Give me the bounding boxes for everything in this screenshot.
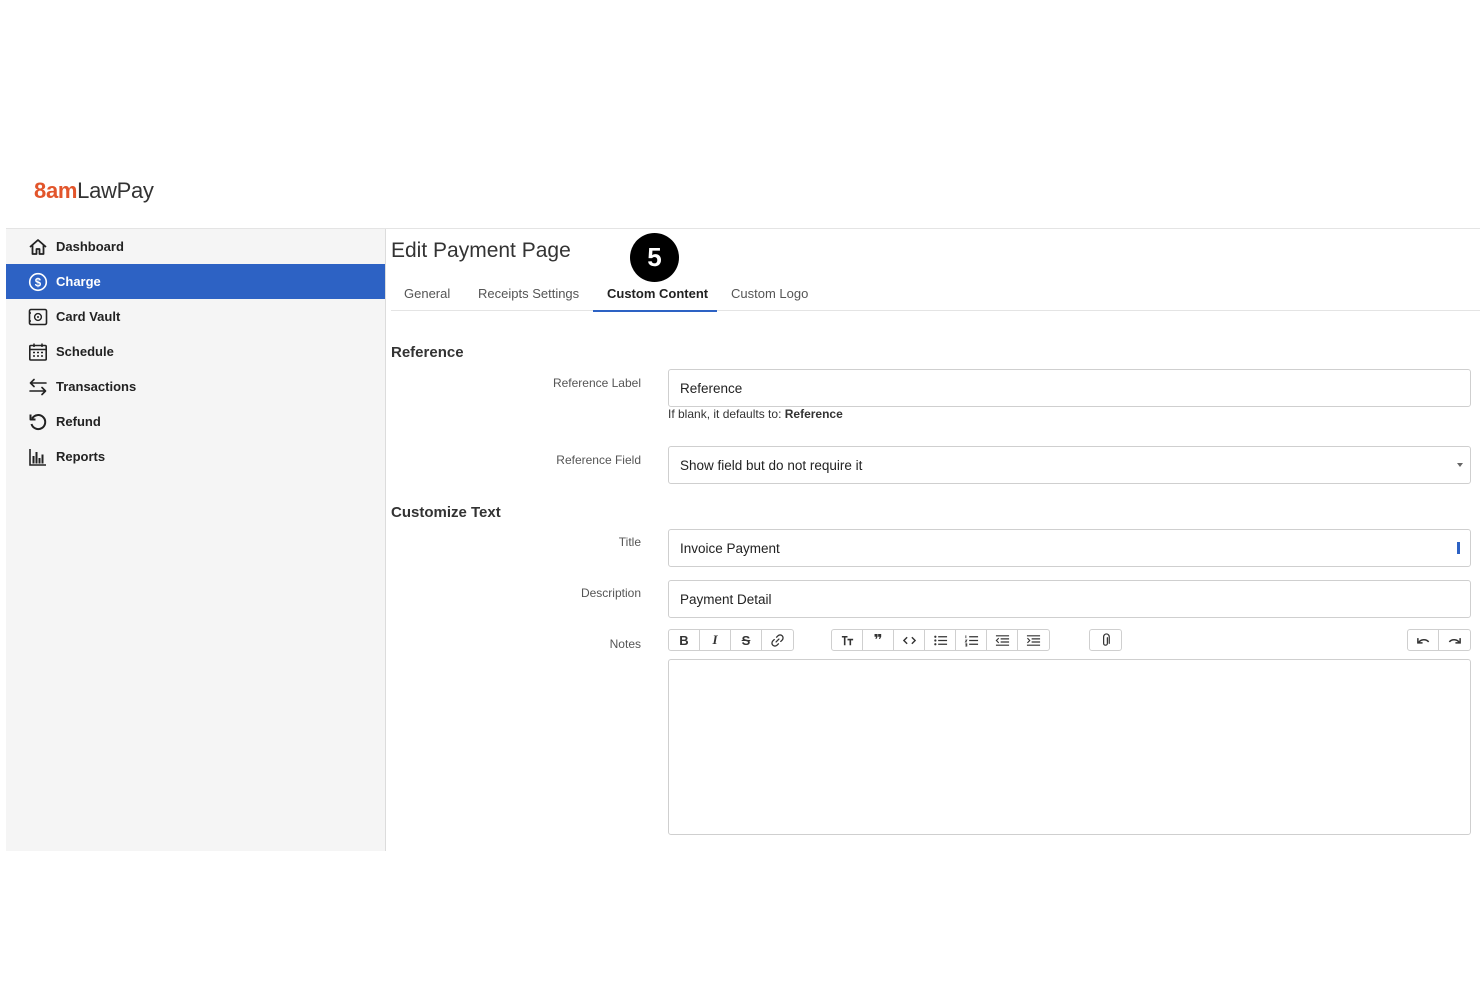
reference-label-value: Reference <box>680 380 743 396</box>
sidebar-item-label: Reports <box>56 449 106 464</box>
indent-icon[interactable] <box>1018 630 1049 650</box>
logo-mark: 8am <box>34 178 78 203</box>
reference-field-label: Reference Field <box>556 453 641 467</box>
attach-icon[interactable] <box>1090 630 1121 650</box>
sidebar-item-dashboard[interactable]: Dashboard <box>6 229 385 264</box>
customize-text-section-title: Customize Text <box>391 504 501 521</box>
sidebar-item-transactions[interactable]: Transactions <box>6 369 385 404</box>
tab-receipts-settings[interactable]: Receipts Settings <box>478 286 579 311</box>
sidebar-item-schedule[interactable]: Schedule <box>6 334 385 369</box>
sidebar-item-charge[interactable]: $ Charge <box>6 264 385 299</box>
sidebar-item-label: Charge <box>56 274 101 289</box>
reference-label-help: If blank, it defaults to: Reference <box>668 407 843 421</box>
title-value: Invoice Payment <box>680 540 780 556</box>
calendar-icon <box>27 341 49 363</box>
bold-icon[interactable]: B <box>669 630 700 650</box>
reference-label-input[interactable]: Reference <box>668 369 1471 407</box>
link-icon[interactable] <box>762 630 793 650</box>
undo-icon[interactable] <box>1408 630 1439 650</box>
redo-icon[interactable] <box>1439 630 1470 650</box>
reference-label-label: Reference Label <box>552 376 641 390</box>
description-value: Payment Detail <box>680 591 772 607</box>
quote-icon[interactable]: ❞ <box>863 630 894 650</box>
title-label: Title <box>618 535 641 549</box>
reference-section-title: Reference <box>391 344 464 361</box>
bar-chart-icon <box>27 446 49 468</box>
chevron-down-icon <box>1457 463 1463 467</box>
sidebar-item-card-vault[interactable]: Card Vault <box>6 299 385 334</box>
transfer-arrows-icon <box>27 376 49 398</box>
text-format-group: B I S <box>668 629 794 651</box>
reference-field-value: Show field but do not require it <box>680 457 863 473</box>
outdent-icon[interactable] <box>987 630 1018 650</box>
step-badge: 5 <box>630 233 679 282</box>
sidebar-item-label: Transactions <box>56 379 137 394</box>
attach-group <box>1089 629 1122 651</box>
sidebar-item-label: Refund <box>56 414 101 429</box>
block-format-group: ❞ <box>831 629 1050 651</box>
refund-icon <box>27 411 49 433</box>
sidebar-item-label: Card Vault <box>56 309 121 324</box>
sidebar-item-reports[interactable]: Reports <box>6 439 385 474</box>
notes-editor[interactable] <box>668 659 1471 835</box>
numbered-list-icon[interactable] <box>956 630 987 650</box>
page-title: Edit Payment Page <box>391 239 571 262</box>
description-input[interactable]: Payment Detail <box>668 580 1471 618</box>
sidebar-item-label: Dashboard <box>56 239 124 254</box>
reference-label-default: Reference <box>784 407 843 421</box>
tab-custom-logo[interactable]: Custom Logo <box>731 286 808 311</box>
title-input[interactable]: Invoice Payment <box>668 529 1471 567</box>
sidebar: Dashboard $ Charge Card Vault Schedule T… <box>6 229 386 851</box>
home-icon <box>27 236 49 258</box>
tab-custom-content[interactable]: Custom Content <box>607 286 708 311</box>
tab-bar: General Receipts Settings Custom Content… <box>391 281 1480 312</box>
notes-label: Notes <box>609 637 641 651</box>
bullet-list-icon[interactable] <box>925 630 956 650</box>
sidebar-item-refund[interactable]: Refund <box>6 404 385 439</box>
tab-general[interactable]: General <box>404 286 450 311</box>
code-icon[interactable] <box>894 630 925 650</box>
description-label: Description <box>580 586 641 600</box>
svg-text:$: $ <box>35 277 42 289</box>
reference-field-select[interactable]: Show field but do not require it <box>668 446 1471 484</box>
heading-icon[interactable] <box>832 630 863 650</box>
history-group <box>1407 629 1471 651</box>
logo-text: LawPay <box>77 178 154 203</box>
sidebar-item-label: Schedule <box>56 344 114 359</box>
vault-icon <box>27 306 49 328</box>
password-manager-icon[interactable] <box>1457 542 1466 554</box>
active-tab-indicator <box>593 310 717 312</box>
strikethrough-icon[interactable]: S <box>731 630 762 650</box>
lawpay-logo: 8amLawPay <box>34 178 154 204</box>
italic-icon[interactable]: I <box>700 630 731 650</box>
dollar-circle-icon: $ <box>27 271 49 293</box>
